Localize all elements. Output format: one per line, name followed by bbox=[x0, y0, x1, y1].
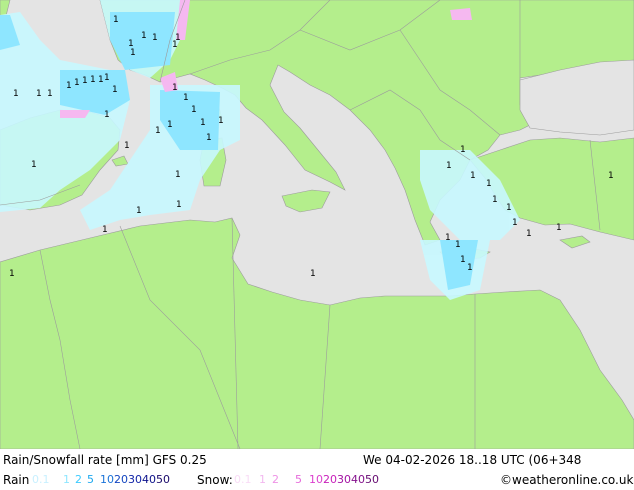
precip-marker: 1 bbox=[113, 15, 119, 25]
rain-legend-value: 50 bbox=[156, 473, 170, 486]
precip-marker: 1 bbox=[98, 75, 104, 85]
precip-marker: 1 bbox=[82, 76, 88, 86]
rain-legend-value: 5 bbox=[87, 473, 94, 486]
snow-legend-value: 20 bbox=[323, 473, 337, 486]
precip-marker: 1 bbox=[183, 93, 189, 103]
precip-marker: 1 bbox=[36, 89, 42, 99]
precip-marker: 1 bbox=[175, 33, 181, 43]
precip-marker: 1 bbox=[492, 195, 498, 205]
rain-legend-label: Rain bbox=[3, 473, 30, 487]
rain-legend-value: 30 bbox=[128, 473, 142, 486]
precip-marker: 1 bbox=[9, 269, 15, 279]
rain-legend-value: 20 bbox=[114, 473, 128, 486]
precip-marker: 1 bbox=[13, 89, 19, 99]
precip-marker: 1 bbox=[47, 89, 53, 99]
footer-row-title: Rain/Snowfall rate [mm] GFS 0.25 We 04-0… bbox=[0, 450, 634, 470]
rain-legend-value: 1 bbox=[63, 473, 70, 486]
precip-marker: 1 bbox=[175, 170, 181, 180]
snow-legend-value: 2 bbox=[272, 473, 279, 486]
precip-marker: 1 bbox=[467, 263, 473, 273]
precip-marker: 1 bbox=[152, 33, 158, 43]
precip-marker: 1 bbox=[446, 161, 452, 171]
precip-marker: 1 bbox=[130, 48, 136, 58]
chart-title: Rain/Snowfall rate [mm] GFS 0.25 bbox=[3, 453, 207, 467]
precip-marker: 1 bbox=[460, 255, 466, 265]
rain-legend-value: 0.1 bbox=[32, 473, 50, 486]
precip-marker: 1 bbox=[608, 171, 614, 181]
precip-marker: 1 bbox=[176, 200, 182, 210]
snow-legend-value: 40 bbox=[351, 473, 365, 486]
rain-legend-value: 10 bbox=[100, 473, 114, 486]
precip-marker: 1 bbox=[104, 73, 110, 83]
precip-marker: 1 bbox=[124, 141, 130, 151]
precip-marker: 1 bbox=[455, 240, 461, 250]
precip-marker: 1 bbox=[112, 85, 118, 95]
precip-marker: 1 bbox=[445, 233, 451, 243]
precip-marker: 1 bbox=[74, 78, 80, 88]
snow-legend-value: 10 bbox=[309, 473, 323, 486]
precip-marker: 1 bbox=[310, 269, 316, 279]
weather-map: 1111111111111111111111111111111111111111… bbox=[0, 0, 634, 449]
precip-marker: 1 bbox=[460, 145, 466, 155]
chart-datetime: We 04-02-2026 18..18 UTC (06+348 bbox=[363, 453, 582, 467]
snow-legend-value: 50 bbox=[365, 473, 379, 486]
precip-marker: 1 bbox=[66, 81, 72, 91]
rain-legend-value: 40 bbox=[142, 473, 156, 486]
snow-legend-value: 30 bbox=[337, 473, 351, 486]
footer-row-legend: Rain 0.1 1 2 5 10 20 30 40 50 Snow: 0.1 1 2 5 10 20 30… bbox=[0, 470, 634, 490]
precip-marker: 1 bbox=[556, 223, 562, 233]
precip-marker: 1 bbox=[486, 179, 492, 189]
precip-marker: 1 bbox=[136, 206, 142, 216]
precip-marker: 1 bbox=[90, 75, 96, 85]
snow-legend-value: 5 bbox=[295, 473, 302, 486]
snow-legend-value: 1 bbox=[259, 473, 266, 486]
snow-legend-label: Snow: bbox=[197, 473, 233, 487]
precip-marker: 1 bbox=[155, 126, 161, 136]
precip-marker: 1 bbox=[191, 105, 197, 115]
precip-marker: 1 bbox=[31, 160, 37, 170]
precip-marker: 1 bbox=[470, 171, 476, 181]
precip-marker: 1 bbox=[506, 203, 512, 213]
site-credit: ©weatheronline.co.uk bbox=[500, 473, 634, 487]
precip-marker: 1 bbox=[141, 31, 147, 41]
precip-marker: 1 bbox=[206, 133, 212, 143]
precip-marker: 1 bbox=[167, 120, 173, 130]
precip-marker: 1 bbox=[200, 118, 206, 128]
precip-marker: 1 bbox=[104, 110, 110, 120]
precip-marker: 1 bbox=[526, 229, 532, 239]
precip-marker: 1 bbox=[512, 218, 518, 228]
rain-legend-value: 2 bbox=[75, 473, 82, 486]
precip-marker: 1 bbox=[218, 116, 224, 126]
snow-legend-value: 0.1 bbox=[234, 473, 252, 486]
precip-marker: 1 bbox=[102, 225, 108, 235]
precip-marker: 1 bbox=[172, 83, 178, 93]
